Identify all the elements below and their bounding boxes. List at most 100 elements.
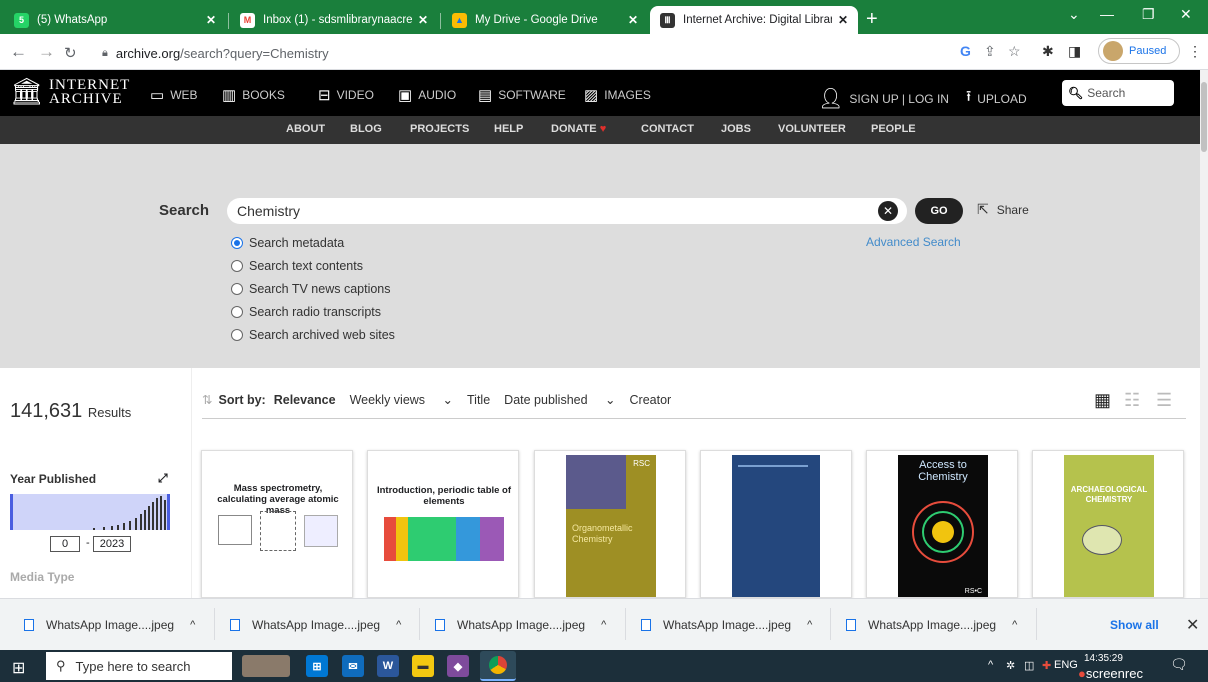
download-item[interactable]: WhatsApp Image....jpeg ^ [230,618,401,632]
subnav-volunteer[interactable]: VOLUNTEER [778,123,846,135]
ia-search-input[interactable]: 🔍︎ Search [1062,80,1174,106]
bookmark-star-icon[interactable]: ☆ [1008,43,1021,60]
share-button[interactable]: ⇱ Share [977,201,1029,218]
result-tile[interactable]: Introduction, periodic table of elements [367,450,519,598]
sort-weekly-views[interactable]: Weekly views ⌄ [350,392,453,407]
search-input[interactable]: Chemistry [227,198,907,224]
nav-images[interactable]: ▨ IMAGES [584,86,651,104]
new-tab-icon[interactable]: + [866,8,878,31]
radio-search-text[interactable]: Search text contents [231,259,363,273]
show-all-downloads-button[interactable]: Show all [1110,618,1159,632]
back-icon[interactable]: ← [10,42,27,62]
file-explorer-icon[interactable]: ▬ [412,655,434,677]
tray-network-icon[interactable]: ◫ [1024,659,1034,672]
share-page-icon[interactable]: ⇪ [984,43,996,60]
radio-search-metadata[interactable]: Search metadata [231,236,344,250]
result-tile[interactable]: Mass spectrometry, calculating average a… [201,450,353,598]
taskbar-search-input[interactable]: ⚲ Type here to search [46,652,232,680]
address-bar[interactable]: 🔒︎ archive.org/search?query=Chemistry [102,40,942,66]
chrome-taskbar-icon[interactable] [480,651,516,681]
go-button[interactable]: GO [915,198,963,224]
subnav-help[interactable]: HELP [494,123,523,135]
chevron-up-icon[interactable]: ^ [807,619,812,631]
sort-relevance[interactable]: Relevance [274,393,336,407]
forward-icon[interactable]: → [38,42,55,62]
result-tile[interactable]: Access to Chemistry RS•C [866,450,1018,598]
menu-kebab-icon[interactable]: ⋮ [1188,43,1202,60]
extensions-icon[interactable]: ✱ [1042,43,1054,60]
news-widget-icon[interactable] [242,655,290,677]
notifications-icon[interactable]: 🗨︎ [1170,656,1188,673]
year-to-input[interactable]: 2023 [93,536,131,552]
subnav-about[interactable]: ABOUT [286,123,325,135]
result-tile[interactable] [700,450,852,598]
subnav-projects[interactable]: PROJECTS [410,123,469,135]
chevron-up-icon[interactable]: ^ [396,619,401,631]
chevron-up-icon[interactable]: ^ [190,619,195,631]
close-shelf-icon[interactable]: ✕ [1186,615,1199,635]
restore-icon[interactable]: ❐ [1142,6,1155,23]
reload-icon[interactable]: ↻ [64,44,77,62]
subnav-blog[interactable]: BLOG [350,123,382,135]
nav-audio[interactable]: ▣ AUDIO [398,86,456,104]
radio-search-web[interactable]: Search archived web sites [231,328,395,342]
word-icon[interactable]: W [377,655,399,677]
ia-logo[interactable]: 🏛︎ INTERNET ARCHIVE [10,76,130,107]
profile-button[interactable]: Paused [1098,38,1180,64]
download-item[interactable]: WhatsApp Image....jpeg ^ [435,618,606,632]
expand-icon[interactable]: ⤢ [158,471,168,486]
year-from-input[interactable]: 0 [50,536,80,552]
tab-gmail[interactable]: M Inbox (1) - sdsmlibrarynaacrepor ✕ [230,6,438,34]
tab-internet-archive[interactable]: Ⅲ Internet Archive: Digital Library o ✕ [650,6,858,34]
radio-search-radio[interactable]: Search radio transcripts [231,305,381,319]
minimize-icon[interactable]: — [1100,6,1114,22]
tab-search-chevron-icon[interactable]: ⌄ [1068,6,1080,23]
side-panel-icon[interactable]: ◨ [1068,43,1081,60]
chevron-up-icon[interactable]: ^ [1012,619,1017,631]
download-item[interactable]: WhatsApp Image....jpeg ^ [24,618,195,632]
subnav-people[interactable]: PEOPLE [871,123,916,135]
close-tab-icon[interactable]: ✕ [628,13,638,27]
upload-button[interactable]: ⭱ UPLOAD [966,86,1027,111]
tab-whatsapp[interactable]: 5 (5) WhatsApp ✕ [4,6,226,34]
sort-creator[interactable]: Creator [630,393,672,407]
language-indicator[interactable]: ENG [1054,659,1078,671]
sort-date-published[interactable]: Date published ⌄ [504,392,615,407]
chevron-up-icon[interactable]: ^ [601,619,606,631]
advanced-search-link[interactable]: Advanced Search [866,235,961,249]
subnav-jobs[interactable]: JOBS [721,123,751,135]
nav-software[interactable]: ▤ SOFTWARE [478,86,566,104]
close-tab-icon[interactable]: ✕ [206,13,216,27]
windows-start-icon[interactable]: ⊞ [12,658,25,678]
nav-web[interactable]: ▭ WEB [150,86,198,104]
close-window-icon[interactable]: ✕ [1180,6,1192,23]
tile-view-icon[interactable]: ▦ [1094,390,1111,411]
compact-list-view-icon[interactable]: ☰ [1156,390,1172,411]
tab-google-drive[interactable]: ▲ My Drive - Google Drive ✕ [442,6,648,34]
google-lens-icon[interactable]: G [960,43,971,59]
download-item[interactable]: WhatsApp Image....jpeg ^ [846,618,1017,632]
tray-shield-icon[interactable]: ✚ [1042,659,1051,672]
year-histogram[interactable] [10,494,170,530]
nav-video[interactable]: ⊟ VIDEO [318,86,374,104]
result-tile[interactable]: ARCHAEOLOGICAL CHEMISTRY [1032,450,1184,598]
radio-search-tv[interactable]: Search TV news captions [231,282,391,296]
clear-search-icon[interactable]: ✕ [878,201,898,221]
close-tab-icon[interactable]: ✕ [418,13,428,27]
subnav-contact[interactable]: CONTACT [641,123,694,135]
nav-books[interactable]: ▥ BOOKS [222,86,285,104]
list-detail-view-icon[interactable]: ☷ [1124,390,1140,411]
taskbar-clock[interactable]: 14:35:29 [1084,652,1123,665]
subnav-donate[interactable]: DONATE ♥ [551,123,606,135]
store-icon[interactable]: ⊞ [306,655,328,677]
sort-title[interactable]: Title [467,393,490,407]
app-icon[interactable]: ◆ [447,655,469,677]
download-item[interactable]: WhatsApp Image....jpeg ^ [641,618,812,632]
page-scrollbar[interactable] [1200,70,1208,598]
close-tab-icon[interactable]: ✕ [838,13,848,27]
signup-login[interactable]: 👤︎ SIGN UP | LOG IN [818,86,949,111]
result-tile[interactable]: RSC Organometallic Chemistry [534,450,686,598]
tray-app-icon[interactable]: ✲ [1006,659,1015,672]
mail-icon[interactable]: ✉ [342,655,364,677]
tray-chevron-icon[interactable]: ^ [988,659,993,671]
